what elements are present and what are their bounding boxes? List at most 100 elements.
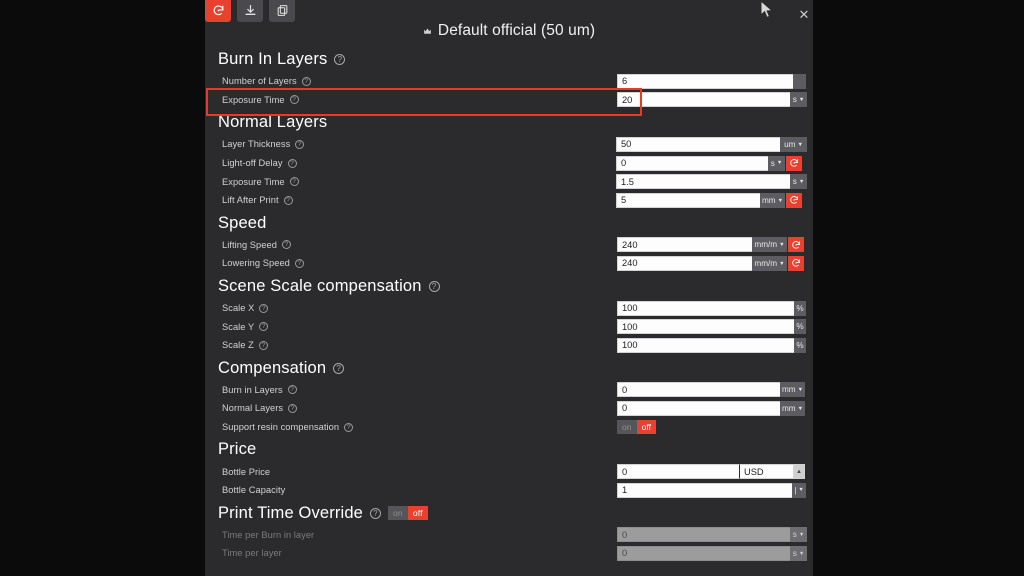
unit-select[interactable]: s ▼ bbox=[790, 527, 807, 543]
setting-label: Lifting Speed? bbox=[222, 240, 291, 250]
setting-value-input[interactable]: 50 bbox=[616, 136, 780, 152]
unit-select[interactable]: | ▼ bbox=[792, 482, 806, 498]
setting-value-input[interactable]: 0 bbox=[617, 464, 739, 480]
unit-label: mm/m bbox=[754, 240, 778, 250]
setting-value-input: 0 bbox=[617, 527, 790, 543]
reset-field-button[interactable] bbox=[788, 255, 804, 271]
unit-select[interactable]: mm ▼ bbox=[780, 382, 805, 398]
setting-field-group: 0 mm ▼ bbox=[617, 382, 805, 398]
unit-select[interactable]: % bbox=[794, 300, 806, 316]
reset-field-button[interactable] bbox=[786, 155, 802, 171]
unit-select[interactable]: % bbox=[794, 337, 806, 353]
setting-row: Exposure Time? 1.5 s ▼ bbox=[205, 172, 813, 191]
chevron-down-icon: ▼ bbox=[797, 141, 803, 148]
print-time-override-toggle-on[interactable]: on bbox=[387, 506, 408, 520]
setting-label: Light-off Delay? bbox=[222, 158, 297, 168]
help-icon[interactable]: ? bbox=[288, 403, 298, 413]
setting-value-input[interactable]: 100 bbox=[617, 337, 794, 353]
reset-field-button[interactable] bbox=[788, 237, 804, 253]
help-icon[interactable]: ? bbox=[428, 280, 440, 292]
setting-field-group: 240 mm/m ▼ bbox=[617, 255, 804, 271]
setting-label-text: Time per Burn in layer bbox=[222, 529, 315, 540]
unit-select[interactable]: s ▼ bbox=[790, 92, 807, 108]
unit-label: s bbox=[770, 158, 775, 168]
setting-row: Lift After Print? 5 mm ▼ bbox=[205, 191, 813, 210]
unit-label: mm bbox=[781, 385, 796, 395]
setting-label-text: Lifting Speed bbox=[222, 239, 277, 250]
help-icon[interactable]: ? bbox=[301, 76, 311, 86]
help-icon[interactable]: ? bbox=[289, 177, 299, 187]
help-icon[interactable]: ? bbox=[281, 240, 291, 250]
print-time-override-toggle[interactable]: on off bbox=[387, 506, 428, 520]
setting-label: Number of Layers? bbox=[222, 76, 311, 86]
help-icon[interactable]: ? bbox=[334, 54, 346, 65]
unit-select[interactable]: s ▼ bbox=[768, 155, 785, 171]
section-heading-label: Compensation bbox=[218, 358, 327, 377]
unit-select[interactable]: um ▼ bbox=[780, 136, 807, 152]
setting-label: Burn in Layers? bbox=[222, 385, 297, 395]
help-icon[interactable]: ? bbox=[283, 195, 293, 205]
setting-field-group: 0 mm ▼ bbox=[617, 400, 805, 416]
unit-select[interactable]: mm/m ▼ bbox=[752, 255, 787, 271]
setting-value-input[interactable]: 240 bbox=[617, 255, 752, 271]
unit-select[interactable]: s ▼ bbox=[790, 174, 807, 190]
setting-field-group: on off bbox=[617, 419, 656, 435]
support-resin-compensation-toggle-off[interactable]: off bbox=[636, 419, 656, 434]
help-icon[interactable]: ? bbox=[344, 422, 354, 432]
setting-value-input: 0 bbox=[617, 545, 790, 561]
setting-label-text: Number of Layers bbox=[222, 76, 297, 87]
unit-label: s bbox=[792, 548, 797, 558]
help-icon[interactable]: ? bbox=[333, 362, 345, 374]
duplicate-button[interactable] bbox=[269, 0, 295, 22]
setting-value-input[interactable]: 0 bbox=[617, 382, 780, 398]
setting-value-input[interactable]: 1.5 bbox=[616, 174, 790, 190]
setting-label: Scale Z? bbox=[222, 340, 268, 350]
help-icon[interactable]: ? bbox=[295, 139, 305, 149]
unit-select[interactable]: mm ▼ bbox=[780, 400, 805, 416]
setting-value-input[interactable]: 1 bbox=[617, 482, 792, 498]
currency-spinner-icon[interactable]: ▲ bbox=[794, 464, 805, 480]
support-resin-compensation-toggle-on[interactable]: on bbox=[617, 419, 637, 434]
setting-label-text: Layer Thickness bbox=[222, 139, 291, 150]
download-icon bbox=[244, 4, 256, 15]
setting-field-group: 0 USD ▲ bbox=[617, 464, 805, 480]
unit-select[interactable]: mm ▼ bbox=[760, 192, 785, 208]
setting-value-input[interactable]: 100 bbox=[617, 300, 794, 316]
mouse-cursor bbox=[760, 0, 774, 19]
unit-label: % bbox=[796, 340, 804, 350]
setting-row: Time per layer 0 s ▼ bbox=[205, 544, 813, 563]
help-icon[interactable]: ? bbox=[287, 385, 297, 395]
help-icon[interactable]: ? bbox=[259, 303, 269, 313]
setting-value-input[interactable]: 100 bbox=[617, 319, 794, 335]
help-icon[interactable]: ? bbox=[369, 507, 381, 519]
setting-value-input[interactable]: 6 bbox=[617, 73, 793, 89]
help-icon[interactable]: ? bbox=[259, 322, 269, 332]
setting-value-input[interactable]: 240 bbox=[617, 237, 752, 253]
setting-field-group: 20 s ▼ bbox=[617, 92, 807, 108]
setting-row: Scale Y? 100% bbox=[205, 317, 813, 336]
reset-field-button[interactable] bbox=[786, 192, 802, 208]
unit-select[interactable]: % bbox=[794, 319, 806, 335]
reset-all-button[interactable] bbox=[205, 0, 231, 22]
support-resin-compensation-toggle[interactable]: on off bbox=[617, 419, 656, 434]
help-icon[interactable]: ? bbox=[287, 158, 297, 168]
download-button[interactable] bbox=[237, 0, 263, 22]
setting-label-text: Bottle Price bbox=[222, 466, 271, 477]
reset-icon bbox=[792, 240, 800, 249]
unit-select[interactable] bbox=[793, 73, 806, 89]
setting-value-input[interactable]: 0 bbox=[616, 155, 768, 171]
section-heading-speed: Speed bbox=[205, 210, 813, 236]
unit-select[interactable]: mm/m ▼ bbox=[752, 237, 787, 253]
setting-value-input[interactable]: 20 bbox=[617, 92, 790, 108]
unit-select[interactable]: s ▼ bbox=[790, 545, 807, 561]
help-icon[interactable]: ? bbox=[258, 340, 268, 350]
help-icon[interactable]: ? bbox=[294, 258, 304, 268]
close-button[interactable]: ✕ bbox=[795, 5, 813, 23]
setting-value-input[interactable]: 5 bbox=[616, 192, 760, 208]
setting-value-input[interactable]: 0 bbox=[617, 400, 780, 416]
reset-icon bbox=[792, 259, 800, 268]
help-icon[interactable]: ? bbox=[289, 95, 299, 105]
currency-select[interactable]: USD bbox=[739, 464, 794, 480]
print-time-override-toggle-off[interactable]: off bbox=[407, 506, 428, 520]
section-heading-scene-scale-compensation: Scene Scale compensation? bbox=[205, 273, 813, 299]
